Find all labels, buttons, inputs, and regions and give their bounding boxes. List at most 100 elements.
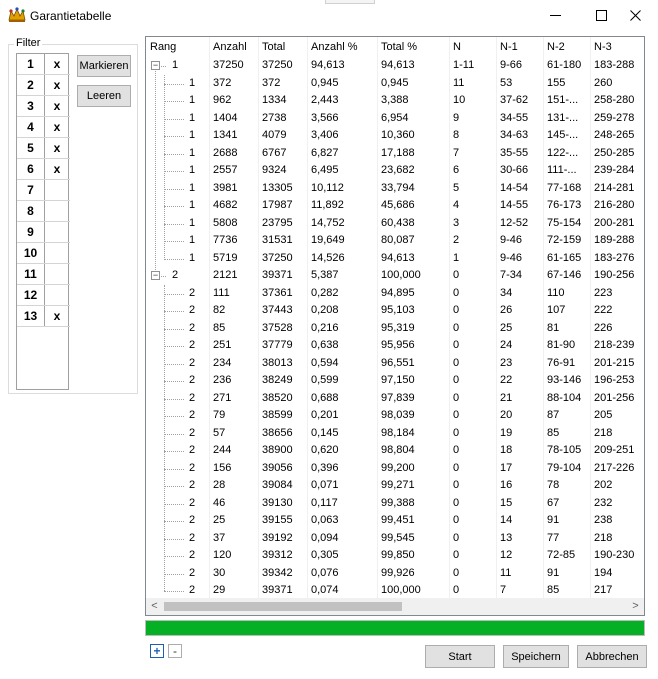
scroll-right-arrow[interactable]: > <box>627 598 644 615</box>
scrollbar-thumb[interactable] <box>164 602 402 611</box>
table-cell: 46 <box>213 496 226 509</box>
table-cell: 94,613 <box>381 59 415 71</box>
title-drag-handle[interactable] <box>325 0 375 4</box>
table-row[interactable]: 2 25 39155 0,063 99,451 0 14 91 238 <box>146 512 644 530</box>
table-row[interactable]: 2 244 38900 0,620 98,804 0 18 78-105 209-251 <box>146 442 644 460</box>
table-cell: 12-52 <box>500 216 529 229</box>
table-row[interactable]: 2 82 37443 0,208 95,103 0 26 107 222 <box>146 302 644 320</box>
table-row[interactable]: 1 1404 2738 3,566 6,954 9 34-55 131-... 259-278 <box>146 110 644 128</box>
column-header[interactable]: N-3 <box>590 37 644 57</box>
table-row[interactable]: 2 120 39312 0,305 99,850 0 12 72-85 190-230 <box>146 547 644 565</box>
filter-row[interactable]: 8 <box>17 201 70 222</box>
table-row[interactable]: 1 372 372 0,945 0,945 11 53 155 260 <box>146 75 644 93</box>
filter-row[interactable]: 12 <box>17 285 70 306</box>
table-row[interactable]: 2 46 39130 0,117 99,388 0 15 67 232 <box>146 495 644 513</box>
table-row[interactable]: 2 271 38520 0,688 97,839 0 21 88-104 201-256 <box>146 390 644 408</box>
filter-list[interactable]: 1 x 2 x 3 x 4 x 5 x 6 x 7 8 9 10 11 12 13 x <box>16 53 70 390</box>
expand-all-button[interactable]: + <box>150 644 164 658</box>
filter-row-mark[interactable]: x <box>45 54 69 74</box>
table-cell: 3,566 <box>311 111 339 124</box>
table-row[interactable]: 1 7736 31531 19,649 80,087 2 9-46 72-159 189-288 <box>146 232 644 250</box>
table-row[interactable]: 2 30 39342 0,076 99,926 0 11 91 194 <box>146 565 644 583</box>
column-header[interactable]: N <box>449 37 496 57</box>
table-row[interactable]: 2 29 39371 0,074 100,000 0 7 85 217 <box>146 582 644 600</box>
collapse-node-icon[interactable]: − <box>151 61 160 70</box>
filter-row-mark[interactable]: x <box>45 138 69 158</box>
leeren-button[interactable]: Leeren <box>77 85 131 107</box>
table-cell: 37779 <box>262 339 293 351</box>
filter-row[interactable]: 11 <box>17 264 70 285</box>
filter-row[interactable]: 1x <box>17 54 70 75</box>
column-header[interactable]: N-2 <box>543 37 590 57</box>
table-cell: 98,184 <box>381 426 415 439</box>
tree-group-row[interactable]: − 1 37250 37250 94,613 94,613 1-11 9-66 61-180 18… <box>146 57 644 75</box>
table-row[interactable]: 1 4682 17987 11,892 45,686 4 14-55 76-173 216-28… <box>146 197 644 215</box>
filter-row[interactable]: 4x <box>17 117 70 138</box>
table-cell: 244 <box>213 444 232 456</box>
table-cell: 1 <box>189 216 196 229</box>
table-row[interactable]: 1 3981 13305 10,112 33,794 5 14-54 77-168 214-28… <box>146 180 644 198</box>
close-button[interactable] <box>612 0 658 30</box>
column-header[interactable]: Total <box>258 37 307 57</box>
table-row[interactable]: 1 5719 37250 14,526 94,613 1 9-46 61-165 183-276 <box>146 250 644 268</box>
table-row[interactable]: 2 236 38249 0,599 97,150 0 22 93-146 196-253 <box>146 372 644 390</box>
start-button[interactable]: Start <box>425 645 495 668</box>
filter-row[interactable]: 2x <box>17 75 70 96</box>
tree-group-row[interactable]: − 2 2121 39371 5,387 100,000 0 7-34 67-146 190-25… <box>146 267 644 285</box>
table-cell: 1 <box>189 94 196 106</box>
collapse-all-button[interactable]: - <box>168 644 182 658</box>
column-header[interactable]: Anzahl <box>209 37 258 57</box>
column-header[interactable]: Anzahl % <box>307 37 377 57</box>
collapse-node-icon[interactable]: − <box>151 271 160 280</box>
column-header[interactable]: N-1 <box>496 37 543 57</box>
minimize-icon <box>549 14 561 16</box>
filter-row[interactable]: 3x <box>17 96 70 117</box>
table-row[interactable]: 2 85 37528 0,216 95,319 0 25 81 226 <box>146 320 644 338</box>
filter-row[interactable]: 7 <box>17 180 70 201</box>
filter-row-mark[interactable]: x <box>45 96 69 116</box>
table-row[interactable]: 2 57 38656 0,145 98,184 0 19 85 218 <box>146 425 644 443</box>
guarantee-table[interactable]: Rang Anzahl Total Anzahl % Total % N N-1 N-2 N-3… <box>145 36 645 616</box>
horizontal-scrollbar[interactable]: < > <box>146 598 644 615</box>
table-row[interactable]: 1 5808 23795 14,752 60,438 3 12-52 75-154 200-28… <box>146 215 644 233</box>
filter-row-mark[interactable]: x <box>45 75 69 95</box>
table-row[interactable]: 2 28 39084 0,071 99,271 0 16 78 202 <box>146 477 644 495</box>
filter-row-mark[interactable]: x <box>45 117 69 137</box>
filter-row[interactable]: 13 x <box>17 306 70 327</box>
table-cell: 239-284 <box>594 164 635 176</box>
table-row[interactable]: 1 2688 6767 6,827 17,188 7 35-55 122-... 250-285 <box>146 145 644 163</box>
filter-row-mark[interactable] <box>45 222 69 242</box>
filter-row-mark[interactable]: x <box>45 159 69 179</box>
column-header[interactable]: Total % <box>377 37 449 57</box>
table-row[interactable]: 1 1341 4079 3,406 10,360 8 34-63 145-... 248-265 <box>146 127 644 145</box>
filter-row-mark[interactable] <box>45 201 69 221</box>
table-row[interactable]: 2 251 37779 0,638 95,956 0 24 81-90 218-239 <box>146 337 644 355</box>
table-cell: 1 <box>189 181 196 194</box>
scroll-left-arrow[interactable]: < <box>146 598 163 615</box>
table-cell: 22 <box>500 374 513 386</box>
filter-row[interactable]: 10 <box>17 243 70 264</box>
table-row[interactable]: 2 37 39192 0,094 99,545 0 13 77 218 <box>146 530 644 548</box>
abbrechen-button[interactable]: Abbrechen <box>577 645 647 668</box>
table-row[interactable]: 2 79 38599 0,201 98,039 0 20 87 205 <box>146 407 644 425</box>
table-cell: 95,103 <box>381 304 415 316</box>
markieren-button[interactable]: Markieren <box>77 55 131 77</box>
table-row[interactable]: 2 234 38013 0,594 96,551 0 23 76-91 201-215 <box>146 355 644 373</box>
table-row[interactable]: 1 962 1334 2,443 3,388 10 37-62 151-... 258-280 <box>146 92 644 110</box>
table-row[interactable]: 1 2557 9324 6,495 23,682 6 30-66 111-... 239-284 <box>146 162 644 180</box>
table-row[interactable]: 2 156 39056 0,396 99,200 0 17 79-104 217-226 <box>146 460 644 478</box>
filter-row-mark[interactable] <box>45 243 69 263</box>
table-cell: 35-55 <box>500 146 529 159</box>
filter-row-mark[interactable] <box>45 264 69 284</box>
speichern-button[interactable]: Speichern <box>503 645 569 668</box>
minimize-button[interactable] <box>532 0 578 30</box>
table-row[interactable]: 2 111 37361 0,282 94,895 0 34 110 223 <box>146 285 644 303</box>
table-cell: 2 <box>189 444 196 456</box>
filter-row[interactable]: 9 <box>17 222 70 243</box>
filter-row[interactable]: 6x <box>17 159 70 180</box>
filter-row-mark[interactable] <box>45 285 69 305</box>
filter-row-mark[interactable] <box>45 180 69 200</box>
filter-row[interactable]: 5x <box>17 138 70 159</box>
filter-row-mark[interactable]: x <box>45 306 69 326</box>
column-header[interactable]: Rang <box>146 37 209 57</box>
